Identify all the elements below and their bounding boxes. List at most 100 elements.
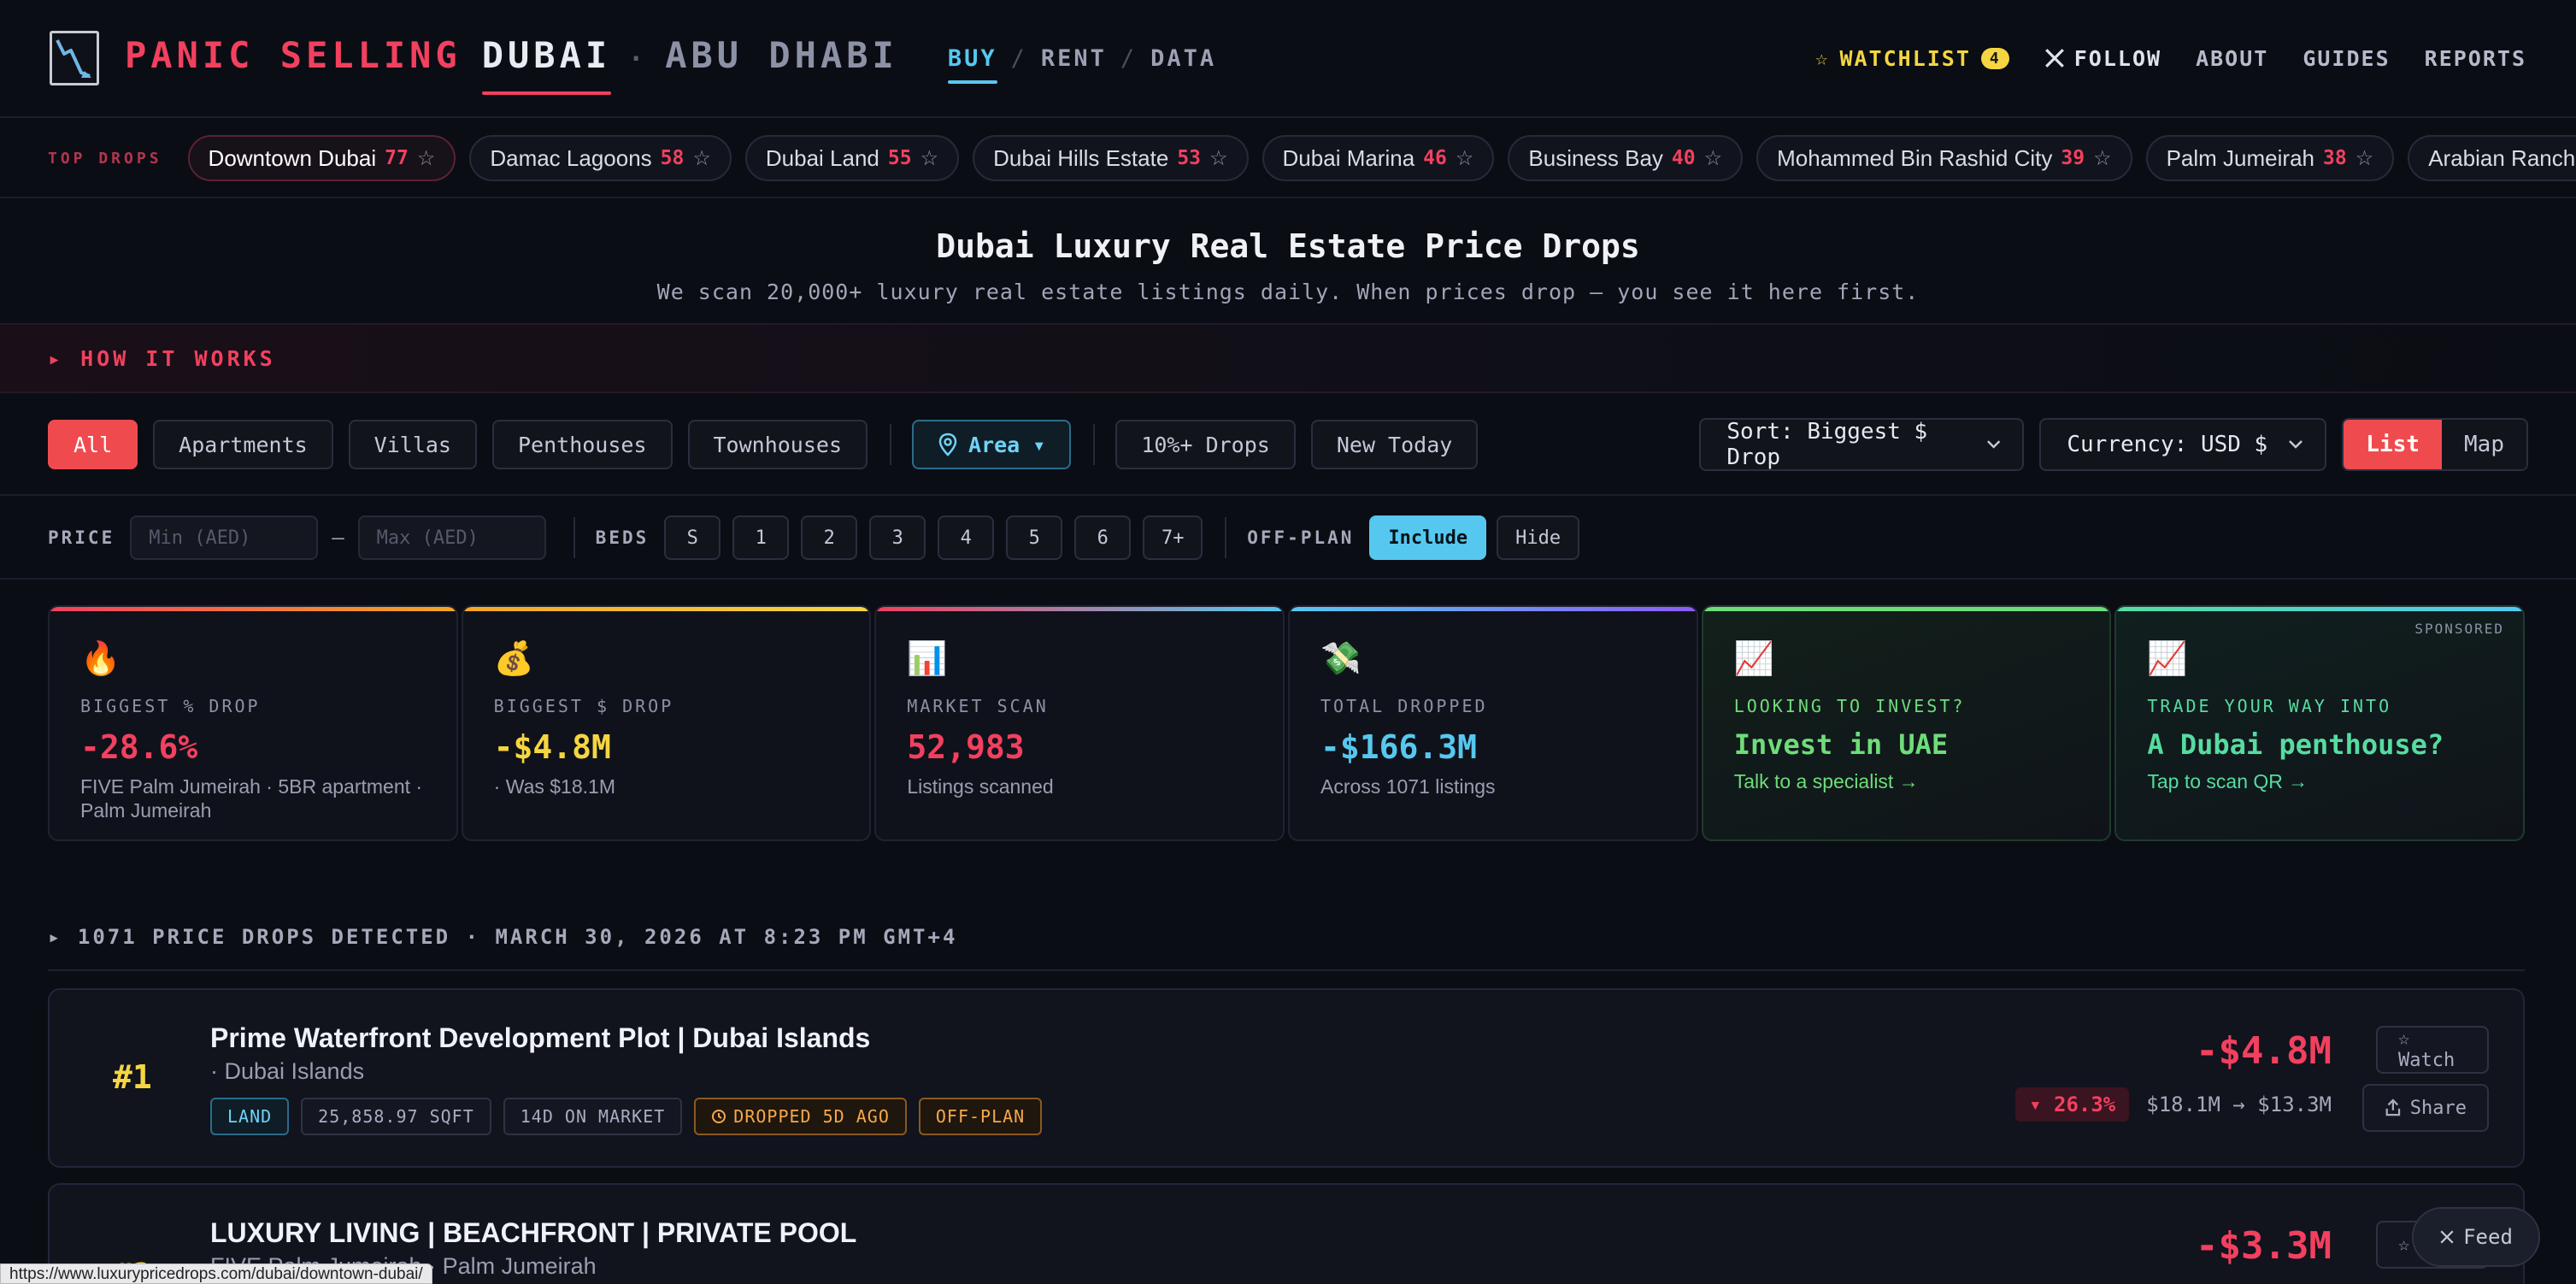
promo-title: Invest in UAE: [1733, 728, 1949, 761]
promo-label: TRADE YOUR WAY INTO: [2147, 696, 2392, 716]
listing-title[interactable]: LUXURY LIVING | BEACHFRONT | PRIVATE POO…: [210, 1217, 856, 1249]
promo-link[interactable]: Talk to a specialist →: [1734, 769, 2079, 793]
filter-apartments[interactable]: Apartments: [153, 420, 333, 469]
brand-wordmark[interactable]: PANIC SELLING DUBAI · ABU DHABI: [125, 34, 898, 95]
logo-chart-icon[interactable]: [50, 31, 99, 85]
guides-link[interactable]: GUIDES: [2303, 46, 2390, 71]
price-min-input[interactable]: Min (AED): [130, 515, 319, 560]
area-dropdown[interactable]: Area ▾: [912, 420, 1072, 469]
city-dubai-tab[interactable]: DUBAI: [481, 34, 612, 95]
currency-select[interactable]: Currency: USD $: [2039, 418, 2327, 471]
beds-1[interactable]: 1: [732, 515, 790, 560]
filter-townhouses[interactable]: Townhouses: [687, 420, 868, 469]
promo-title: A Dubai penthouse?: [2147, 728, 2444, 761]
stat-card-market-scan[interactable]: 📊 MARKET SCAN 52,983 Listings scanned: [874, 605, 1285, 841]
view-map-button[interactable]: Map: [2442, 420, 2526, 469]
chip-count: 55: [887, 147, 912, 169]
chip-name: Arabian Ranches 3: [2428, 144, 2576, 171]
reports-link[interactable]: REPORTS: [2425, 46, 2526, 71]
bar-chart-icon: 📊: [907, 639, 948, 677]
offplan-include-button[interactable]: Include: [1369, 515, 1487, 560]
share-button[interactable]: Share: [2362, 1084, 2489, 1132]
chip-name: Mohammed Bin Rashid City: [1777, 144, 2053, 171]
area-chip[interactable]: Business Bay 40 ☆: [1508, 135, 1744, 181]
star-outline-icon[interactable]: ☆: [2093, 146, 2112, 171]
stat-card-biggest-dollar-drop[interactable]: 💰 BIGGEST $ DROP -$4.8M · Was $18.1M: [461, 605, 872, 841]
star-outline-icon[interactable]: ☆: [1704, 146, 1723, 171]
share-icon: [2385, 1098, 2401, 1116]
offplan-label: OFF-PLAN: [1247, 527, 1355, 548]
chart-increasing-icon: 📈: [1733, 639, 1775, 677]
invest-promo-card[interactable]: 📈 LOOKING TO INVEST? Invest in UAE Talk …: [1701, 605, 2112, 841]
sponsored-promo-card[interactable]: SPONSORED 📈 TRADE YOUR WAY INTO A Dubai …: [2114, 605, 2526, 841]
divider: [1225, 517, 1227, 558]
area-chip[interactable]: Palm Jumeirah 38 ☆: [2145, 135, 2395, 181]
filter-new-today[interactable]: New Today: [1310, 420, 1479, 469]
star-outline-icon: ☆: [1814, 46, 1830, 70]
nav-data[interactable]: DATA: [1150, 45, 1216, 72]
star-outline-icon[interactable]: ☆: [920, 146, 939, 171]
star-outline-icon[interactable]: ☆: [1209, 146, 1228, 171]
area-chip[interactable]: Mohammed Bin Rashid City 39 ☆: [1756, 135, 2132, 181]
filter-all[interactable]: All: [48, 420, 138, 469]
star-outline-icon[interactable]: ☆: [692, 146, 711, 171]
price-max-input[interactable]: Max (AED): [357, 515, 546, 560]
promo-link[interactable]: Tap to scan QR →: [2147, 769, 2492, 793]
area-chip[interactable]: Dubai Hills Estate 53 ☆: [973, 135, 1249, 181]
drop-percent-badge: ▾ 26.3%: [2015, 1087, 2130, 1122]
chip-name: Dubai Marina: [1282, 144, 1415, 171]
clock-icon: [712, 1110, 726, 1123]
stat-description: Across 1071 listings: [1320, 775, 1496, 798]
follow-x-link[interactable]: FOLLOW: [2044, 46, 2161, 71]
about-link[interactable]: ABOUT: [2196, 46, 2268, 71]
listing-price-drop: -$3.3M: [2196, 1224, 2332, 1268]
location-pin-icon: [938, 433, 957, 456]
area-chip[interactable]: Damac Lagoons 58 ☆: [469, 135, 732, 181]
view-list-button[interactable]: List: [2344, 420, 2443, 469]
chip-name: Palm Jumeirah: [2166, 144, 2314, 171]
stat-value: -$166.3M: [1320, 728, 1478, 766]
nav-rent[interactable]: RENT: [1041, 45, 1107, 72]
top-drops-ticker: TOP DROPS Downtown Dubai 77 ☆ Damac Lagoon…: [0, 120, 2576, 198]
offplan-hide-button[interactable]: Hide: [1497, 515, 1580, 560]
area-chip[interactable]: Dubai Land 55 ☆: [744, 135, 960, 181]
view-toggle: List Map: [2342, 418, 2528, 471]
filter-villas[interactable]: Villas: [348, 420, 477, 469]
filter-penthouses[interactable]: Penthouses: [491, 420, 673, 469]
watch-button[interactable]: ☆ Watch: [2376, 1026, 2489, 1074]
beds-7-plus[interactable]: 7+: [1143, 515, 1203, 560]
stat-card-total-dropped[interactable]: 💸 TOTAL DROPPED -$166.3M Across 1071 lis…: [1288, 605, 1698, 841]
beds-2[interactable]: 2: [801, 515, 858, 560]
star-outline-icon[interactable]: ☆: [2355, 146, 2374, 171]
feed-floating-button[interactable]: Feed: [2412, 1207, 2540, 1267]
stat-value: -28.6%: [80, 728, 198, 766]
beds-4[interactable]: 4: [938, 515, 995, 560]
beds-studio[interactable]: S: [664, 515, 721, 560]
chip-count: 77: [385, 147, 409, 169]
stat-label: MARKET SCAN: [907, 696, 1049, 716]
how-it-works-toggle[interactable]: ▸ HOW IT WORKS: [0, 323, 2576, 393]
watchlist-link[interactable]: ☆ WATCHLIST 4: [1815, 46, 2009, 71]
star-outline-icon[interactable]: ☆: [1456, 146, 1474, 171]
area-chip[interactable]: Downtown Dubai 77 ☆: [187, 135, 456, 181]
stat-card-biggest-percent-drop[interactable]: 🔥 BIGGEST % DROP -28.6% FIVE Palm Jumeir…: [48, 605, 458, 841]
beds-3[interactable]: 3: [869, 515, 926, 560]
area-chip[interactable]: Dubai Marina 46 ☆: [1262, 135, 1495, 181]
beds-6[interactable]: 6: [1074, 515, 1132, 560]
area-chip[interactable]: Arabian Ranches 3: [2408, 135, 2576, 181]
chevron-down-icon: [1987, 440, 2001, 449]
listing-title[interactable]: Prime Waterfront Development Plot | Duba…: [210, 1022, 870, 1054]
city-abu-dhabi-tab[interactable]: ABU DHABI: [665, 34, 898, 76]
listing-card[interactable]: #1 Prime Waterfront Development Plot | D…: [48, 988, 2525, 1168]
fire-icon: 🔥: [80, 639, 121, 677]
beds-5[interactable]: 5: [1006, 515, 1063, 560]
filter-10-percent-drops[interactable]: 10%+ Drops: [1115, 420, 1296, 469]
sort-select[interactable]: Sort: Biggest $ Drop: [1699, 418, 2025, 471]
tag-days-on-market: 14D ON MARKET: [503, 1098, 683, 1135]
divider: [1093, 424, 1096, 465]
nav-buy[interactable]: BUY: [947, 45, 997, 84]
money-bag-icon: 💰: [493, 639, 534, 677]
stat-value: 52,983: [907, 728, 1025, 766]
star-outline-icon[interactable]: ☆: [417, 146, 436, 171]
share-label: Share: [2409, 1097, 2467, 1119]
